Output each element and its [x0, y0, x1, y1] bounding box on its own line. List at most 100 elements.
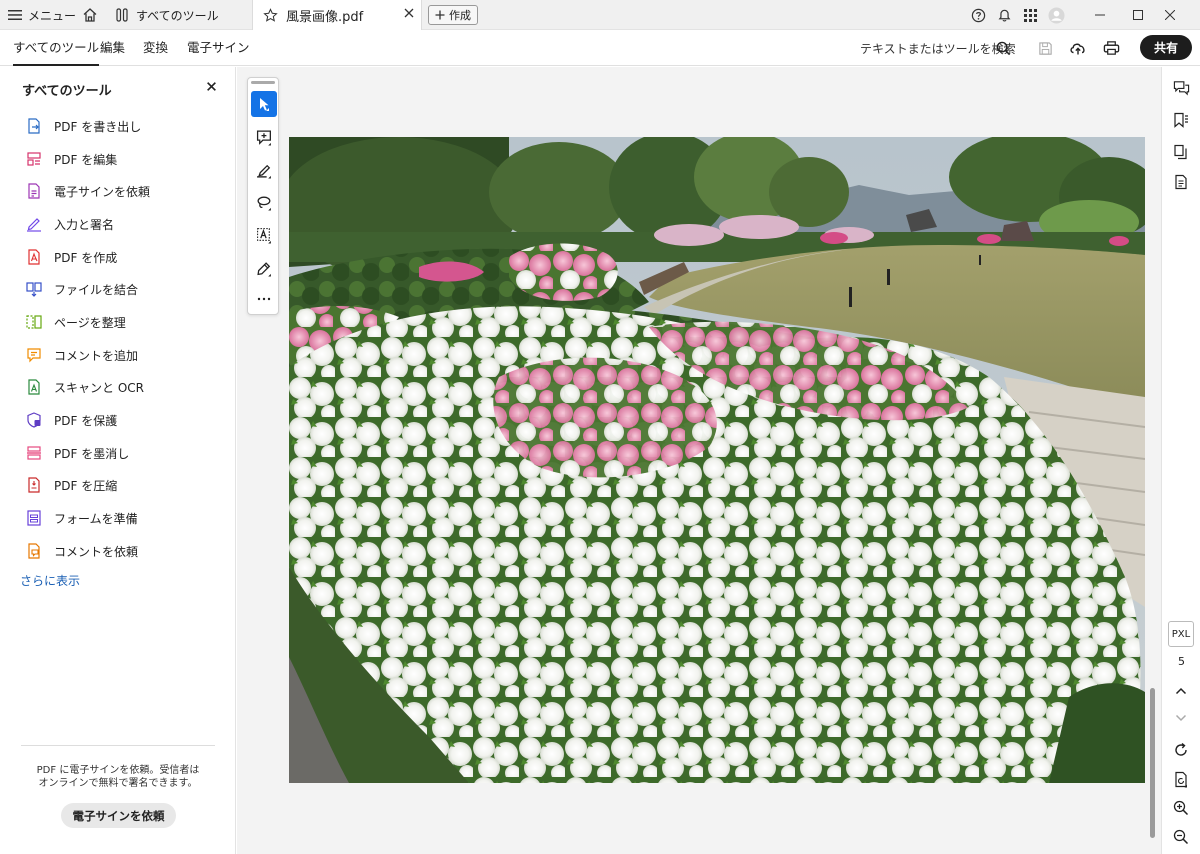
- zoom-in-button[interactable]: [1171, 798, 1191, 818]
- search-button[interactable]: [993, 38, 1013, 58]
- cursor-icon: [260, 98, 269, 111]
- toolbar-tab-edit[interactable]: 編集: [100, 30, 125, 66]
- next-page-button[interactable]: [1171, 708, 1191, 728]
- redact-pdf-icon: [27, 446, 41, 460]
- toolbar-tab-all-tools[interactable]: すべてのツール: [13, 30, 100, 66]
- add-comment-icon: [27, 348, 41, 363]
- comments-panel-button[interactable]: [1171, 78, 1191, 98]
- sidebar-item-organize-pages[interactable]: ページを整理: [26, 311, 126, 333]
- sidebar-item-scan-ocr[interactable]: スキャンと OCR: [26, 376, 144, 398]
- sidebar-item-request-comments[interactable]: コメントを依頼: [26, 540, 138, 562]
- drag-handle[interactable]: [251, 81, 275, 84]
- sidebar-item-label: PDF を墨消し: [54, 446, 130, 461]
- toolbar-tab-esign[interactable]: 電子サイン: [187, 30, 250, 66]
- upload-button[interactable]: [1068, 38, 1088, 58]
- avatar: [1047, 6, 1065, 24]
- tools-icon: [116, 8, 128, 22]
- sidebar-item-label: PDF を編集: [54, 152, 118, 167]
- document-icon: [1175, 174, 1187, 190]
- toolbar-tab-convert[interactable]: 変換: [143, 30, 168, 66]
- sidebar-item-compress-pdf[interactable]: PDF を圧縮: [26, 474, 117, 496]
- page-refresh-icon: [1175, 771, 1187, 787]
- print-button[interactable]: [1101, 38, 1121, 58]
- notifications-button[interactable]: [994, 0, 1014, 30]
- sidebar-item-fill-sign[interactable]: 入力と署名: [26, 213, 114, 235]
- main-toolbar: すべてのツール 編集 変換 電子サイン テキストまたはツールを検索 共有: [0, 30, 1200, 66]
- sidebar-item-label: PDF を書き出し: [54, 119, 142, 134]
- save-button[interactable]: [1035, 38, 1055, 58]
- create-button[interactable]: 作成: [428, 5, 478, 25]
- bookmark-icon: [1174, 112, 1188, 128]
- star-icon[interactable]: [263, 7, 278, 23]
- zoom-out-icon: [1173, 829, 1189, 845]
- request-comments-icon: [28, 543, 40, 559]
- sidebar-item-combine-files[interactable]: ファイルを結合: [26, 278, 138, 300]
- vertical-scrollbar[interactable]: [1150, 688, 1155, 838]
- close-window-button[interactable]: [1148, 0, 1192, 30]
- menu-button[interactable]: メニュー: [8, 0, 76, 30]
- sign-tool-button[interactable]: [251, 255, 277, 281]
- sidebar-item-label: 電子サインを依頼: [54, 184, 151, 199]
- home-button[interactable]: [80, 0, 100, 30]
- hamburger-icon: [8, 10, 22, 20]
- page-thumbnails-icon: [1174, 144, 1187, 160]
- sidebar-item-label: ページを整理: [54, 315, 126, 330]
- highlight-tool-button[interactable]: [251, 157, 277, 183]
- sidebar-item-label: PDF を保護: [54, 413, 118, 428]
- tab-label: 風景画像.pdf: [286, 9, 364, 25]
- edit-pdf-icon: [27, 152, 41, 166]
- apps-button[interactable]: [1020, 0, 1040, 30]
- request-esign-button[interactable]: 電子サインを依頼: [61, 803, 176, 828]
- share-button[interactable]: 共有: [1140, 35, 1192, 60]
- sidebar-item-label: スキャンと OCR: [54, 380, 144, 395]
- comments-icon: [1173, 81, 1189, 96]
- pages-panel-button[interactable]: [1171, 142, 1191, 162]
- sidebar-item-create-pdf[interactable]: PDF を作成: [26, 246, 117, 268]
- sidebar-item-protect-pdf[interactable]: PDF を保護: [26, 409, 117, 431]
- rotate-icon: [1175, 742, 1187, 756]
- maximize-icon: [1133, 10, 1143, 20]
- zoom-out-button[interactable]: [1171, 827, 1191, 847]
- home-icon: [83, 8, 97, 22]
- sidebar-item-add-comment[interactable]: コメントを追加: [26, 344, 138, 366]
- create-pdf-icon: [28, 249, 40, 265]
- more-tools-button[interactable]: [251, 286, 277, 312]
- bell-icon: [998, 9, 1010, 22]
- tab-label: すべてのツール: [136, 8, 219, 23]
- close-icon[interactable]: [206, 81, 217, 92]
- printer-icon: [1103, 41, 1119, 55]
- sidebar-item-label: PDF を圧縮: [54, 478, 118, 493]
- sidebar-item-export-pdf[interactable]: PDF を書き出し: [26, 115, 141, 137]
- help-icon: [971, 8, 985, 22]
- fill-sign-icon: [256, 261, 271, 276]
- draw-tool-button[interactable]: [251, 189, 277, 215]
- sidebar-item-label: コメントを追加: [54, 348, 139, 363]
- zoom-mode-button[interactable]: PXL: [1168, 621, 1194, 647]
- document-properties-button[interactable]: [1171, 172, 1191, 192]
- organize-pages-icon: [26, 315, 42, 329]
- show-more-link[interactable]: さらに表示: [20, 572, 80, 589]
- add-comment-tool-button[interactable]: [251, 124, 277, 150]
- sidebar-item-label: ファイルを結合: [54, 282, 139, 297]
- help-button[interactable]: [968, 0, 988, 30]
- page-tools-button[interactable]: [1171, 769, 1191, 789]
- sidebar-item-prepare-form[interactable]: フォームを準備: [26, 507, 138, 529]
- select-tool-button[interactable]: [251, 91, 277, 117]
- highlighter-icon: [256, 164, 271, 178]
- bookmarks-panel-button[interactable]: [1171, 110, 1191, 130]
- rotate-button[interactable]: [1171, 740, 1191, 760]
- create-label: 作成: [449, 9, 471, 22]
- sidebar-item-redact-pdf[interactable]: PDF を墨消し: [26, 442, 129, 464]
- tab-document[interactable]: 風景画像.pdf: [252, 0, 422, 30]
- apps-grid-icon: [1023, 8, 1037, 22]
- previous-page-button[interactable]: [1171, 681, 1191, 701]
- profile-button[interactable]: [1046, 0, 1066, 30]
- tools-sidebar: すべてのツール PDF を書き出し PDF を編集 電子サインを依頼 入力と署名…: [0, 67, 236, 854]
- tab-all-tools[interactable]: すべてのツール: [108, 0, 248, 30]
- sidebar-item-edit-pdf[interactable]: PDF を編集: [26, 148, 117, 170]
- close-icon[interactable]: [403, 7, 415, 19]
- text-tool-button[interactable]: [251, 222, 277, 248]
- plus-icon: [435, 10, 445, 20]
- sidebar-item-request-esign[interactable]: 電子サインを依頼: [26, 180, 150, 202]
- page-number[interactable]: 5: [1162, 655, 1200, 668]
